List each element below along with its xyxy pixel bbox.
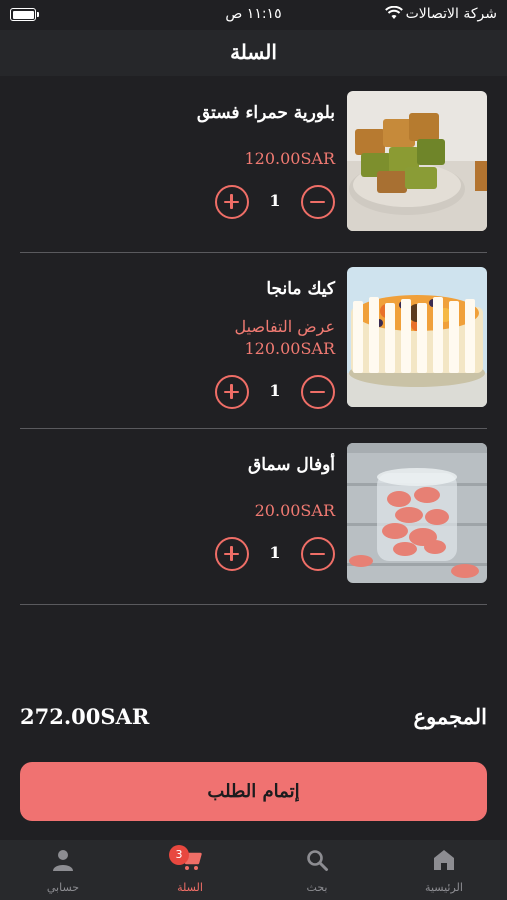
- total-value: 272.00SAR: [20, 704, 150, 729]
- quantity-stepper: 1: [215, 375, 335, 409]
- home-icon: [434, 850, 454, 870]
- total-label: المجموع: [413, 704, 487, 729]
- increase-button[interactable]: [215, 375, 249, 409]
- product-image[interactable]: [347, 267, 487, 407]
- cart-item: كيك مانجا عرض التفاصيل 120.00SAR 1: [20, 253, 487, 429]
- decrease-button[interactable]: [301, 537, 335, 571]
- tab-label: بحث: [306, 881, 328, 894]
- quantity-stepper: 1: [215, 185, 335, 219]
- product-price: 20.00SAR: [254, 501, 335, 520]
- product-price: 120.00SAR: [244, 339, 335, 358]
- decrease-button[interactable]: [301, 185, 335, 219]
- status-time: ١١:١٥ ص: [225, 6, 282, 22]
- person-icon: [53, 850, 73, 871]
- increase-button[interactable]: [215, 185, 249, 219]
- tab-search[interactable]: بحث: [254, 840, 380, 900]
- checkout-button[interactable]: إتمام الطلب: [20, 762, 487, 821]
- product-image[interactable]: [347, 91, 487, 231]
- quantity-stepper: 1: [215, 537, 335, 571]
- quantity-value: 1: [269, 381, 281, 400]
- view-details-link[interactable]: عرض التفاصيل: [235, 317, 335, 336]
- product-image[interactable]: [347, 443, 487, 583]
- tab-home[interactable]: الرئيسية: [381, 840, 507, 900]
- page-title: السلة: [230, 40, 277, 64]
- cart-item: بلورية حمراء فستق 120.00SAR 1: [20, 77, 487, 253]
- quantity-value: 1: [269, 543, 281, 562]
- search-icon: [307, 850, 328, 871]
- decrease-button[interactable]: [301, 375, 335, 409]
- battery-icon: [10, 8, 39, 21]
- product-name: كيك مانجا: [266, 279, 335, 299]
- status-bar: شركة الاتصالات ١١:١٥ ص: [0, 0, 507, 30]
- tab-account[interactable]: حسابي: [0, 840, 126, 900]
- tab-cart[interactable]: 3 السلة: [127, 840, 253, 900]
- cart-count-badge: 3: [169, 845, 189, 865]
- product-name: بلورية حمراء فستق: [196, 103, 335, 123]
- total-row: المجموع 272.00SAR: [20, 700, 487, 736]
- tab-label: حسابي: [46, 881, 80, 894]
- cart-item: أوفال سماق 20.00SAR 1: [20, 429, 487, 605]
- tab-bar: الرئيسية بحث 3 السلة حسابي: [0, 840, 507, 900]
- tab-label: الرئيسية: [425, 881, 463, 894]
- nav-header: السلة: [0, 30, 507, 76]
- quantity-value: 1: [269, 191, 281, 210]
- product-name: أوفال سماق: [248, 455, 335, 475]
- tab-label: السلة: [177, 881, 203, 894]
- product-price: 120.00SAR: [244, 149, 335, 168]
- increase-button[interactable]: [215, 537, 249, 571]
